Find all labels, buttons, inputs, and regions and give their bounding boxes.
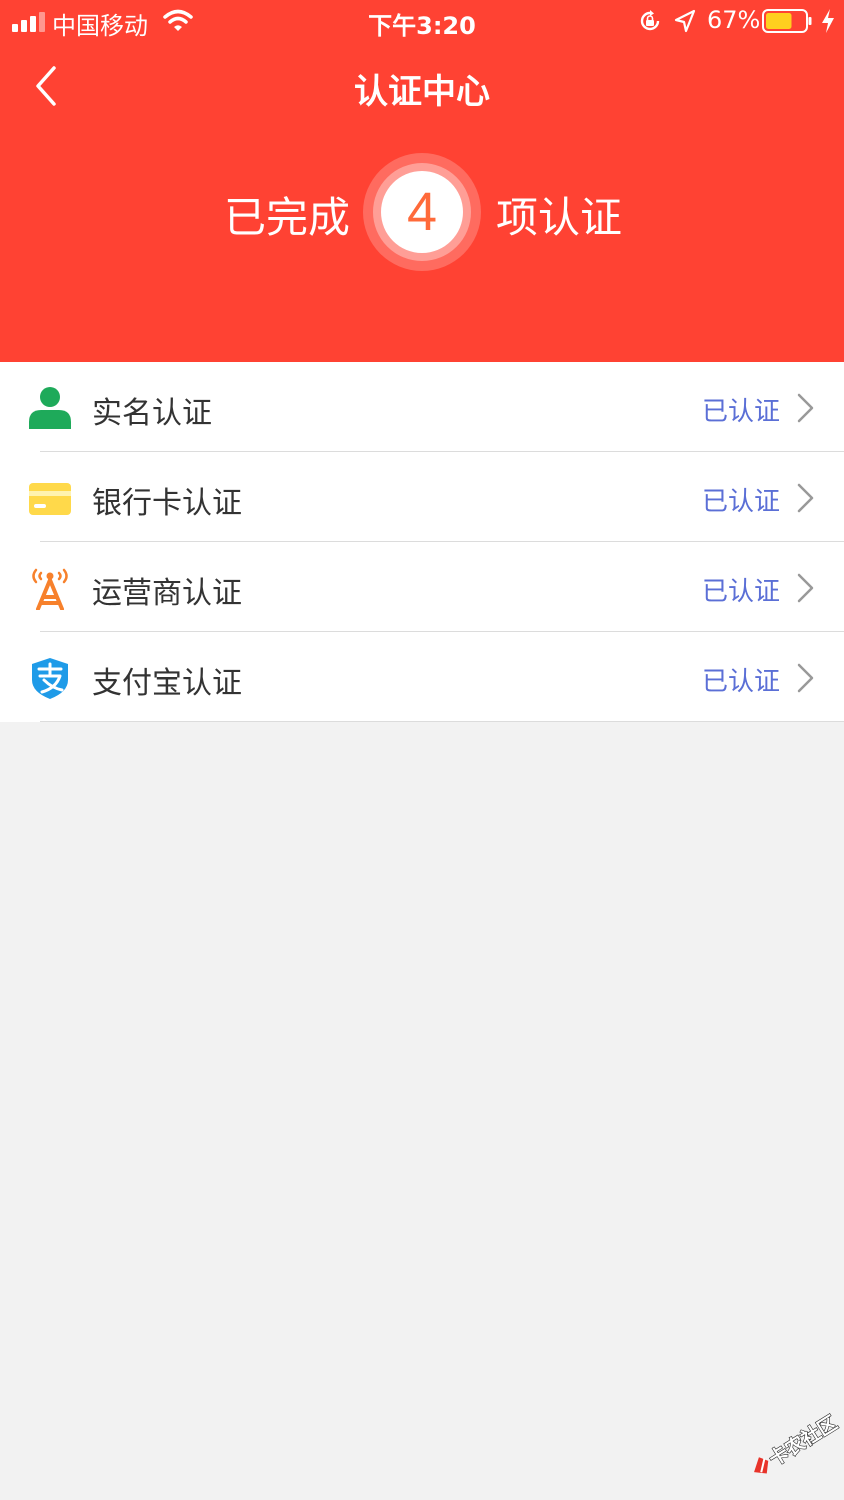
verification-row-alipay[interactable]: 支付宝认证 已认证 [0,632,844,722]
row-label: 银行卡认证 [92,486,242,521]
page-title: 认证中心 [354,72,490,112]
chevron-right-icon [797,573,814,603]
watermark-logo: 卡农社区 [754,1410,842,1474]
status-verified: 已认证 [702,487,781,517]
row-label: 支付宝认证 [92,666,242,701]
status-bar: 中国移动 下午3:20 67% [0,0,844,44]
row-label: 实名认证 [92,396,212,431]
status-verified: 已认证 [702,667,781,697]
verification-row-real-name[interactable]: 实名认证 已认证 [0,362,844,452]
battery-percent: 67% [707,6,761,34]
row-divider [40,721,844,722]
chevron-right-icon [797,663,814,693]
header-banner: 中国移动 下午3:20 67% 认证中心 已完成 4 项认证 [0,0,844,362]
verification-row-carrier[interactable]: 运营商认证 已认证 [0,542,844,632]
summary-suffix: 项认证 [496,193,623,242]
signal-tower-icon [32,568,68,610]
battery-icon [762,9,812,33]
verification-row-bank-card[interactable]: 银行卡认证 已认证 [0,452,844,542]
verification-list: 实名认证 已认证 银行卡认证 已认证 运营商认证 已认证 支付宝认证 已认证 [0,362,844,722]
summary-prefix: 已完成 [223,193,350,242]
bank-card-icon [29,483,71,515]
watermark-text: 卡农社区 [765,1411,842,1471]
row-label: 运营商认证 [92,576,242,611]
user-icon [29,387,71,429]
rotation-lock-icon [640,10,660,31]
status-verified: 已认证 [702,397,781,427]
verified-count-badge: 4 [381,171,463,253]
chevron-right-icon [797,483,814,513]
alipay-icon [32,658,68,699]
status-verified: 已认证 [702,577,781,607]
location-arrow-icon [674,9,696,33]
charging-bolt-icon [822,9,834,33]
chevron-right-icon [797,393,814,423]
